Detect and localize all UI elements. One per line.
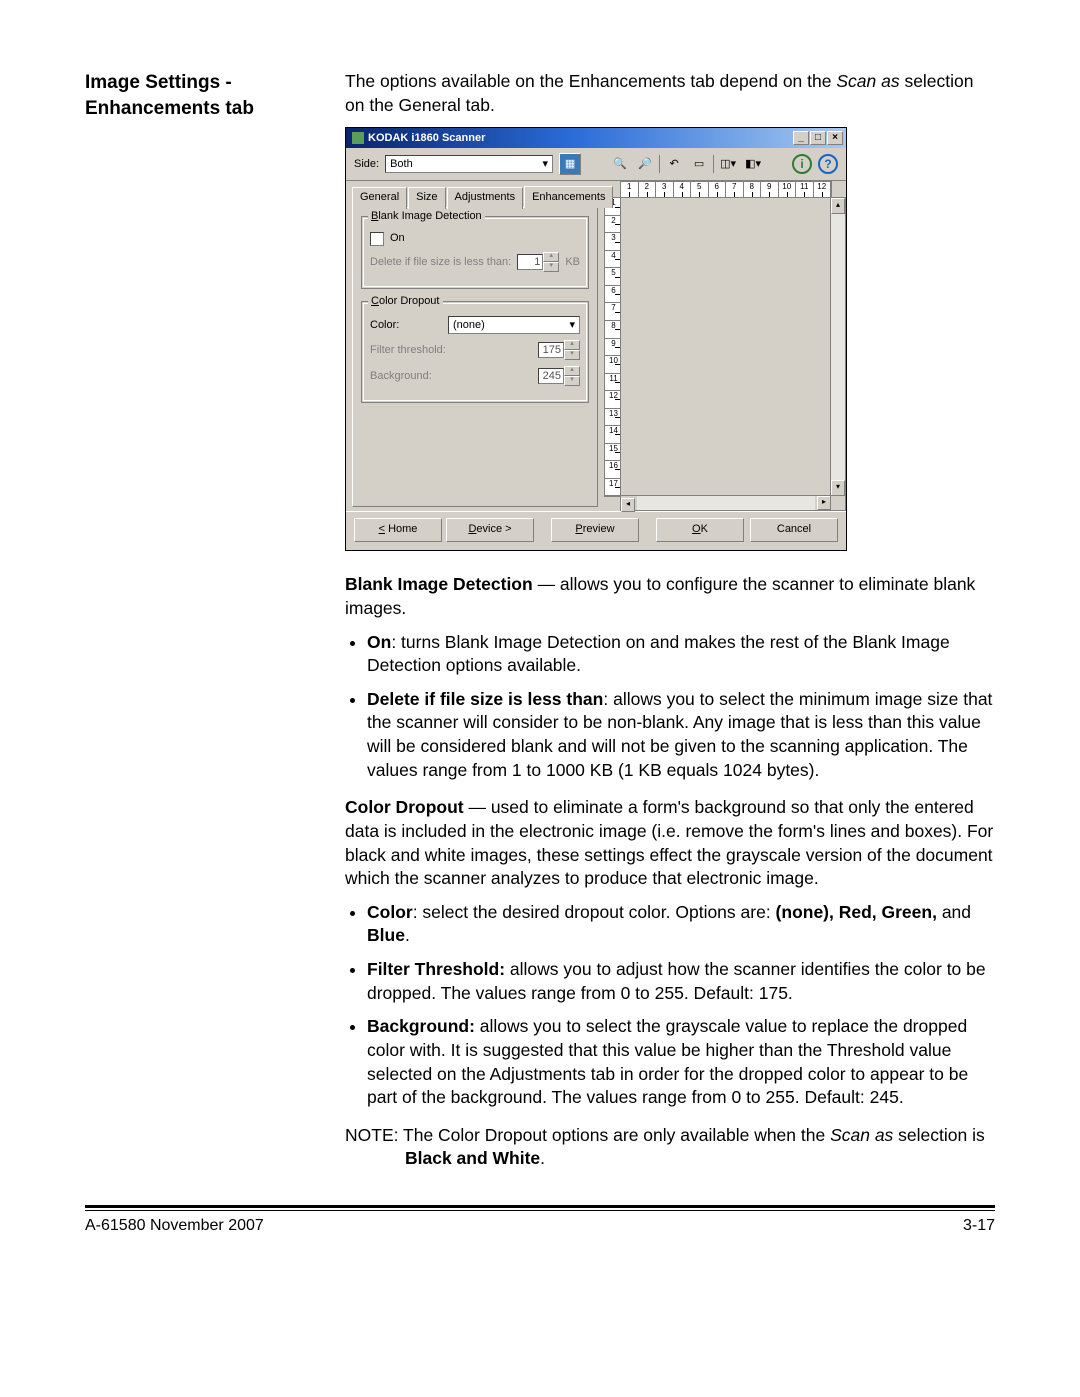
- scrollbar-corner: [830, 495, 846, 511]
- maximize-icon[interactable]: □: [810, 131, 826, 145]
- list-item: Background: allows you to select the gra…: [367, 1015, 995, 1110]
- background-spin[interactable]: ▴▾: [538, 366, 580, 386]
- color-select[interactable]: (none)▾: [448, 316, 580, 334]
- group-title-color: Color Dropout: [368, 294, 443, 309]
- tab-panel: Blank Image Detection On Delete if file …: [352, 207, 598, 507]
- delete-size-label: Delete if file size is less than:: [370, 255, 511, 270]
- preview-canvas: [620, 197, 832, 497]
- zoom-in-icon[interactable]: 🔍: [609, 153, 631, 175]
- list-item: Filter Threshold: allows you to adjust h…: [367, 958, 995, 1005]
- list-blank-detection: On: turns Blank Image Detection on and m…: [345, 631, 995, 783]
- layout-b-icon[interactable]: ◧▾: [742, 153, 764, 175]
- minimize-icon[interactable]: _: [793, 131, 809, 145]
- list-color-dropout: Color: select the desired dropout color.…: [345, 901, 995, 1110]
- on-checkbox[interactable]: [370, 232, 384, 246]
- rotate-right-icon[interactable]: ▭: [688, 153, 710, 175]
- side-apply-icon[interactable]: ▦: [559, 153, 581, 175]
- tab-size[interactable]: Size: [408, 187, 445, 209]
- preview-button[interactable]: Preview: [551, 518, 639, 542]
- filter-threshold-spin[interactable]: ▴▾: [538, 340, 580, 360]
- help-icon[interactable]: ?: [818, 154, 838, 174]
- list-item: Color: select the desired dropout color.…: [367, 901, 995, 948]
- para-color-dropout: Color Dropout — used to eliminate a form…: [345, 796, 995, 891]
- layout-a-icon[interactable]: ◫▾: [717, 153, 739, 175]
- app-icon: [352, 132, 364, 144]
- kb-label: KB: [565, 255, 580, 270]
- home-button[interactable]: < Home: [354, 518, 442, 542]
- preview-area: 12 34 56 78 910 1112 12 34 56 78 9: [604, 181, 846, 511]
- on-label: On: [390, 231, 405, 246]
- button-row: < Home Device > Preview OK Cancel: [346, 511, 846, 550]
- background-label: Background:: [370, 369, 532, 384]
- group-title-blank: Blank Image Detection: [368, 209, 485, 224]
- color-dropout-group: Color Dropout Color: (none)▾ Filter thre…: [361, 301, 589, 403]
- delete-size-spin[interactable]: ▴▾: [517, 252, 559, 272]
- scrollbar-vertical[interactable]: ▴▾: [830, 197, 846, 497]
- footer-right: 3-17: [963, 1217, 995, 1235]
- device-button[interactable]: Device >: [446, 518, 534, 542]
- dialog-window: KODAK i1860 Scanner _ □ × Side: Both▾ ▦: [345, 127, 847, 551]
- section-heading: Image Settings - Enhancements tab: [85, 70, 315, 121]
- info-icon[interactable]: i: [792, 154, 812, 174]
- cancel-button[interactable]: Cancel: [750, 518, 838, 542]
- tab-adjustments[interactable]: Adjustments: [447, 187, 524, 209]
- filter-threshold-label: Filter threshold:: [370, 343, 532, 358]
- tab-enhancements[interactable]: Enhancements: [524, 186, 613, 208]
- zoom-out-icon[interactable]: 🔎: [634, 153, 656, 175]
- side-select[interactable]: Both▾: [385, 155, 553, 173]
- rotate-left-icon[interactable]: ↶: [663, 153, 685, 175]
- list-item: Delete if file size is less than: allows…: [367, 688, 995, 783]
- ok-button[interactable]: OK: [656, 518, 744, 542]
- list-item: On: turns Blank Image Detection on and m…: [367, 631, 995, 678]
- footer-left: A-61580 November 2007: [85, 1217, 264, 1235]
- tab-general[interactable]: General: [352, 187, 407, 209]
- intro-paragraph: The options available on the Enhancement…: [345, 70, 995, 117]
- para-blank-detection: Blank Image Detection — allows you to co…: [345, 573, 995, 620]
- tabstrip: General Size Adjustments Enhancements: [352, 185, 598, 207]
- scrollbar-horizontal[interactable]: ◂▸: [620, 495, 832, 511]
- window-title: KODAK i1860 Scanner: [368, 131, 485, 146]
- note: NOTE: The Color Dropout options are only…: [345, 1124, 995, 1171]
- color-label: Color:: [370, 318, 442, 333]
- page-footer: A-61580 November 2007 3-17: [85, 1211, 995, 1241]
- side-label: Side:: [354, 157, 379, 172]
- close-icon[interactable]: ×: [827, 131, 843, 145]
- titlebar: KODAK i1860 Scanner _ □ ×: [346, 128, 846, 148]
- blank-image-detection-group: Blank Image Detection On Delete if file …: [361, 216, 589, 289]
- toolbar: Side: Both▾ ▦ 🔍 🔎 ↶ ▭ ◫▾ ◧▾: [346, 148, 846, 181]
